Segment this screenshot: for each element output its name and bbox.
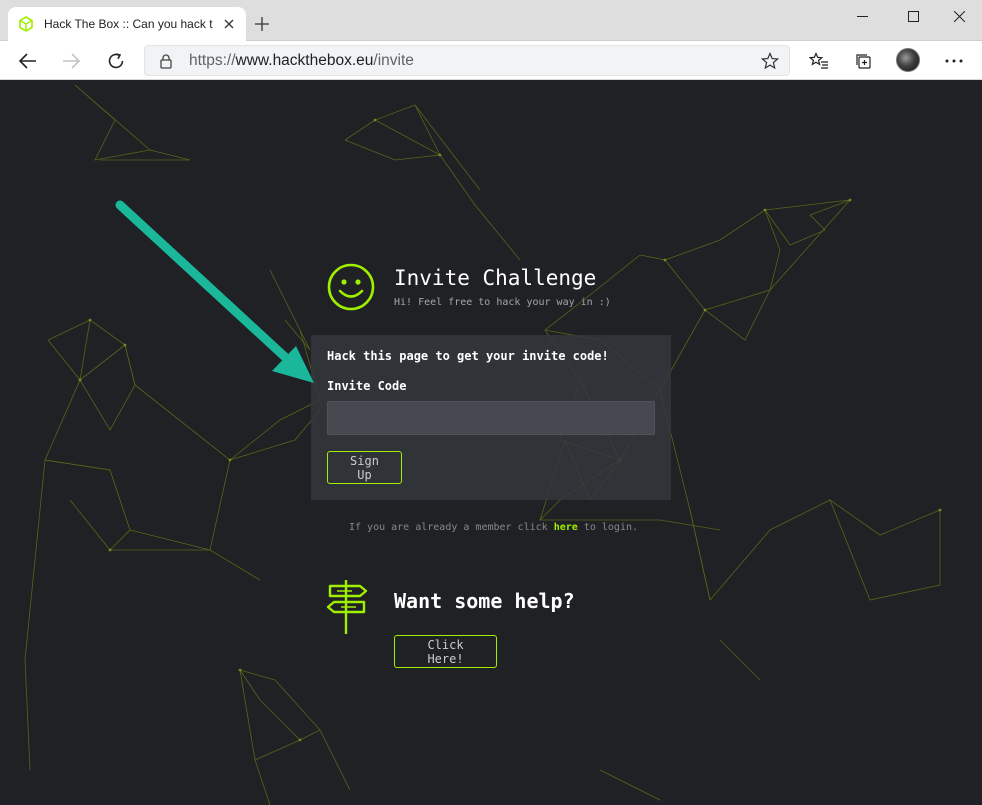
- invite-code-label: Invite Code: [327, 379, 407, 393]
- invite-code-input[interactable]: [327, 401, 655, 435]
- address-bar[interactable]: https://www.hackthebox.eu/invite: [144, 45, 790, 76]
- card-heading: Hack this page to get your invite code!: [327, 349, 609, 363]
- member-suffix: to login.: [577, 522, 639, 533]
- close-tab-icon[interactable]: [221, 15, 238, 33]
- url-path: /invite: [373, 52, 414, 69]
- back-arrow-icon[interactable]: [15, 48, 41, 74]
- hackthebox-cube-icon: [18, 16, 34, 32]
- url-scheme: https://: [189, 52, 236, 69]
- browser-toolbar: https://www.hackthebox.eu/invite: [0, 41, 982, 80]
- invite-page: Invite Challenge Hi! Feel free to hack y…: [0, 80, 982, 805]
- member-prefix: If you are already a member click: [349, 522, 554, 533]
- favorite-star-icon[interactable]: [761, 52, 779, 70]
- browser-tabstrip: Hack The Box :: Can you hack this: [0, 0, 982, 41]
- help-title: Want some help?: [394, 589, 575, 613]
- forward-arrow-icon[interactable]: [58, 48, 84, 74]
- lock-icon: [158, 53, 174, 69]
- favorites-list-icon[interactable]: [806, 48, 832, 74]
- url-text: https://www.hackthebox.eu/invite: [189, 52, 414, 70]
- member-login-text: If you are already a member click here t…: [349, 522, 638, 533]
- more-options-icon[interactable]: [941, 48, 967, 74]
- smiley-face-icon: [327, 263, 375, 311]
- sign-up-button[interactable]: Sign Up: [327, 451, 402, 484]
- maximize-icon[interactable]: [890, 5, 936, 27]
- tab-title: Hack The Box :: Can you hack this: [44, 17, 213, 31]
- click-here-button[interactable]: Click Here!: [394, 635, 497, 668]
- url-host: www.hackthebox.eu: [235, 52, 374, 69]
- login-link[interactable]: here: [554, 522, 578, 533]
- page-subtitle: Hi! Feel free to hack your way in :): [394, 297, 611, 308]
- new-tab-icon[interactable]: [252, 14, 272, 34]
- page-title: Invite Challenge: [394, 266, 597, 290]
- close-window-icon[interactable]: [936, 5, 982, 27]
- invite-form-card: Hack this page to get your invite code! …: [311, 335, 671, 500]
- minimize-icon[interactable]: [839, 5, 885, 27]
- signpost-icon: [326, 580, 368, 634]
- reload-icon[interactable]: [103, 48, 129, 74]
- collections-icon[interactable]: [850, 48, 876, 74]
- browser-tab[interactable]: Hack The Box :: Can you hack this: [8, 7, 246, 41]
- profile-avatar[interactable]: [896, 48, 920, 72]
